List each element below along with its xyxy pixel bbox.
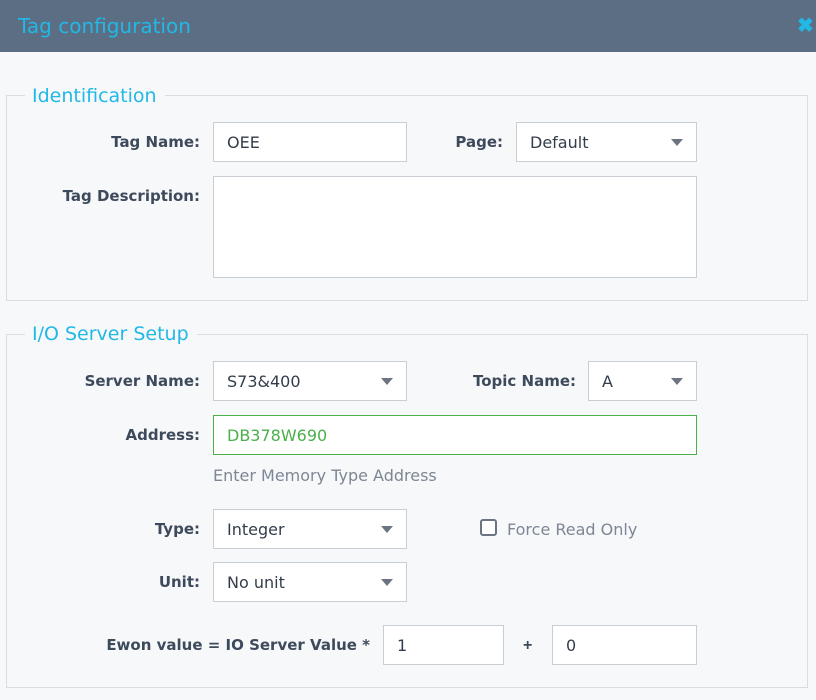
force-read-only-label: Force Read Only xyxy=(507,520,638,539)
identification-legend: Identification xyxy=(25,85,165,107)
offset-input[interactable]: 0 xyxy=(552,625,697,665)
topic-name-value: A xyxy=(602,372,613,391)
server-name-select[interactable]: S73&400 xyxy=(213,361,407,401)
tag-name-input[interactable]: OEE xyxy=(213,122,407,162)
address-hint: Enter Memory Type Address xyxy=(213,466,437,485)
chevron-down-icon xyxy=(671,139,683,146)
chevron-down-icon xyxy=(671,378,683,385)
close-icon[interactable]: ✖ xyxy=(797,14,814,38)
chevron-down-icon xyxy=(381,526,393,533)
plus-sign: + xyxy=(523,637,533,654)
type-value: Integer xyxy=(227,520,285,539)
type-label: Type: xyxy=(154,520,200,538)
tag-description-label: Tag Description: xyxy=(62,187,200,205)
chevron-down-icon xyxy=(381,579,393,586)
server-name-value: S73&400 xyxy=(227,372,301,391)
unit-select[interactable]: No unit xyxy=(213,562,407,602)
scale-input[interactable]: 1 xyxy=(383,625,504,665)
io-server-setup-legend: I/O Server Setup xyxy=(25,323,197,345)
page-label: Page: xyxy=(455,133,503,151)
chevron-down-icon xyxy=(381,378,393,385)
address-label: Address: xyxy=(125,426,200,444)
force-read-only-checkbox[interactable] xyxy=(480,519,497,536)
server-name-label: Server Name: xyxy=(84,372,200,390)
page-select[interactable]: Default xyxy=(516,122,697,162)
tag-description-textarea[interactable] xyxy=(213,176,697,278)
topic-name-select[interactable]: A xyxy=(588,361,697,401)
dialog-title: Tag configuration xyxy=(18,14,191,38)
scale-label: Ewon value = IO Server Value * xyxy=(106,636,370,654)
type-select[interactable]: Integer xyxy=(213,509,407,549)
tag-name-label: Tag Name: xyxy=(111,133,200,151)
title-bar: Tag configuration ✖ xyxy=(0,0,816,52)
topic-name-label: Topic Name: xyxy=(472,372,576,390)
page-select-value: Default xyxy=(530,133,589,152)
unit-value: No unit xyxy=(227,573,285,592)
unit-label: Unit: xyxy=(158,573,200,591)
address-input[interactable]: DB378W690 xyxy=(213,415,697,455)
